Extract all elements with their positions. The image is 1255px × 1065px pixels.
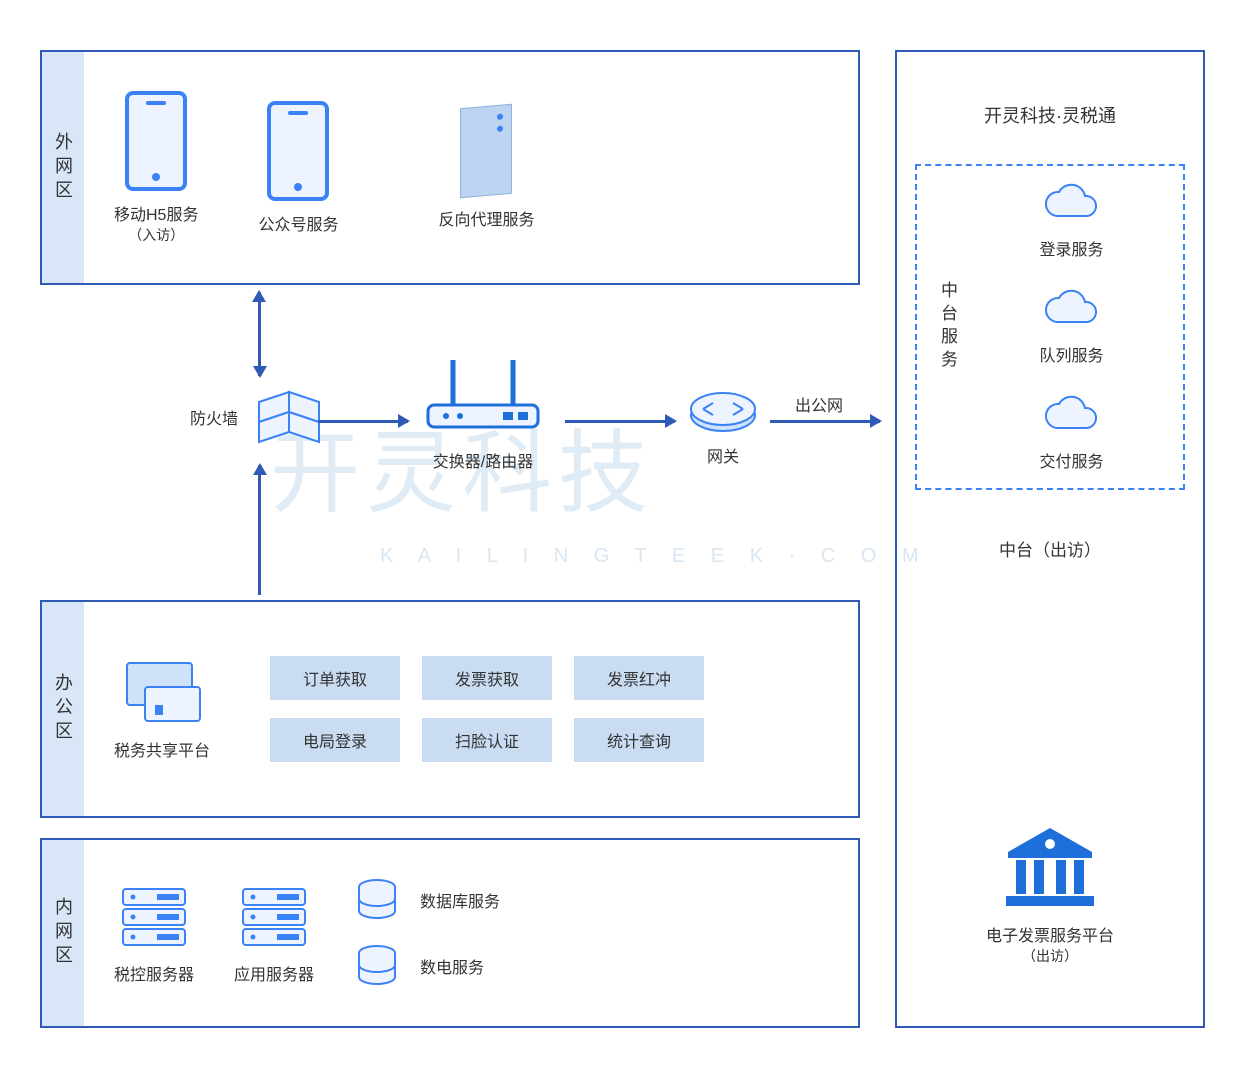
item-label: 队列服务: [1039, 342, 1103, 366]
chip-grid: 订单获取 发票获取 发票红冲 电局登录 扫脸认证 统计查询: [270, 656, 704, 762]
item-reverse-proxy: 反向代理服务: [438, 106, 534, 230]
cloud-icon: [1037, 288, 1107, 332]
arrow-gateway-out: [770, 420, 880, 423]
item-label: 税控服务器: [114, 961, 194, 985]
arrow-office-firewall: [258, 465, 261, 595]
item-tax-platform: 税务共享平台: [114, 657, 210, 761]
firewall-icon: [254, 382, 334, 452]
zone-internal-label: 内网区: [42, 840, 84, 1026]
item-label: 电子发票服务平台: [986, 928, 1114, 945]
item-label: 数据库服务: [420, 888, 500, 912]
cloud-delivery: 交付服务: [1037, 394, 1107, 472]
node-router: 交换器/路由器: [418, 350, 548, 472]
phone-icon: [125, 91, 187, 191]
item-label: 税务共享平台: [114, 737, 210, 761]
zone-internal: 内网区 税控服务器: [40, 838, 860, 1028]
cloud-icon: [1037, 394, 1107, 438]
firewall-label: 防火墙: [190, 405, 238, 429]
item-label: 交付服务: [1039, 448, 1103, 472]
bank-icon: [1000, 822, 1100, 912]
zone-external: 外网区 移动H5服务 （入访） 公众号服务 反向代理服务: [40, 50, 860, 285]
zone-external-label: 外网区: [42, 52, 84, 283]
item-digital-invoice: 数电服务: [354, 944, 500, 988]
item-label: 移动H5服务: [114, 207, 198, 224]
router-label: 交换器/路由器: [433, 448, 533, 472]
midservice-label: 中台服务: [935, 281, 960, 373]
cloud-login: 登录服务: [1037, 182, 1107, 260]
database-icon: [354, 944, 400, 988]
item-label: 公众号服务: [258, 211, 338, 235]
chip-bureau-login: 电局登录: [270, 718, 400, 762]
arrow-external-firewall: [258, 292, 261, 376]
router-icon: [418, 350, 548, 440]
item-label: 应用服务器: [234, 961, 314, 985]
arrow-firewall-router: [318, 420, 408, 423]
phone-icon: [267, 101, 329, 201]
server-rack-icon: [117, 881, 191, 951]
database-icon: [354, 878, 400, 922]
chip-invoice-red: 发票红冲: [574, 656, 704, 700]
chip-face-auth: 扫脸认证: [422, 718, 552, 762]
node-firewall: 防火墙: [190, 382, 334, 452]
server-rack-icon: [237, 881, 311, 951]
cloud-queue: 队列服务: [1037, 288, 1107, 366]
midplatform-out-label: 中台（出访）: [999, 536, 1101, 561]
zone-office: 办公区 税务共享平台 订单获取 发票获取 发票红冲 电局登录 扫脸认证 统计查询: [40, 600, 860, 818]
chip-order-get: 订单获取: [270, 656, 400, 700]
brand-title: 开灵科技·灵税通: [984, 102, 1116, 128]
item-sublabel: （入访）: [128, 227, 184, 243]
server-tower-icon: [460, 103, 512, 198]
item-mobile-h5: 移动H5服务 （入访）: [114, 91, 198, 245]
item-einvoice-platform: 电子发票服务平台 （出访）: [986, 822, 1114, 966]
chip-invoice-get: 发票获取: [422, 656, 552, 700]
item-label: 登录服务: [1039, 236, 1103, 260]
cloud-icon: [1037, 182, 1107, 226]
zone-office-label: 办公区: [42, 602, 84, 816]
node-gateway: 网关: [688, 385, 758, 467]
item-sublabel: （出访）: [1022, 948, 1078, 964]
gateway-label: 网关: [707, 443, 739, 467]
item-app-server: 应用服务器: [234, 881, 314, 985]
item-db-service: 数据库服务: [354, 878, 500, 922]
item-label: 反向代理服务: [438, 206, 534, 230]
arrow-router-gateway: [565, 420, 675, 423]
item-wechat: 公众号服务: [258, 101, 338, 235]
right-panel: 开灵科技·灵税通 中台服务 登录服务 队列服务 交付服务: [895, 50, 1205, 1028]
chip-stat-query: 统计查询: [574, 718, 704, 762]
monitor-icon: [117, 657, 207, 727]
midservice-box: 中台服务 登录服务 队列服务 交付服务: [915, 164, 1185, 490]
label-out-public: 出公网: [795, 392, 843, 416]
watermark-sub: K A I L I N G T E E K · C O M: [380, 545, 929, 568]
gateway-icon: [688, 385, 758, 435]
item-tax-server: 税控服务器: [114, 881, 194, 985]
item-label: 数电服务: [420, 954, 484, 978]
